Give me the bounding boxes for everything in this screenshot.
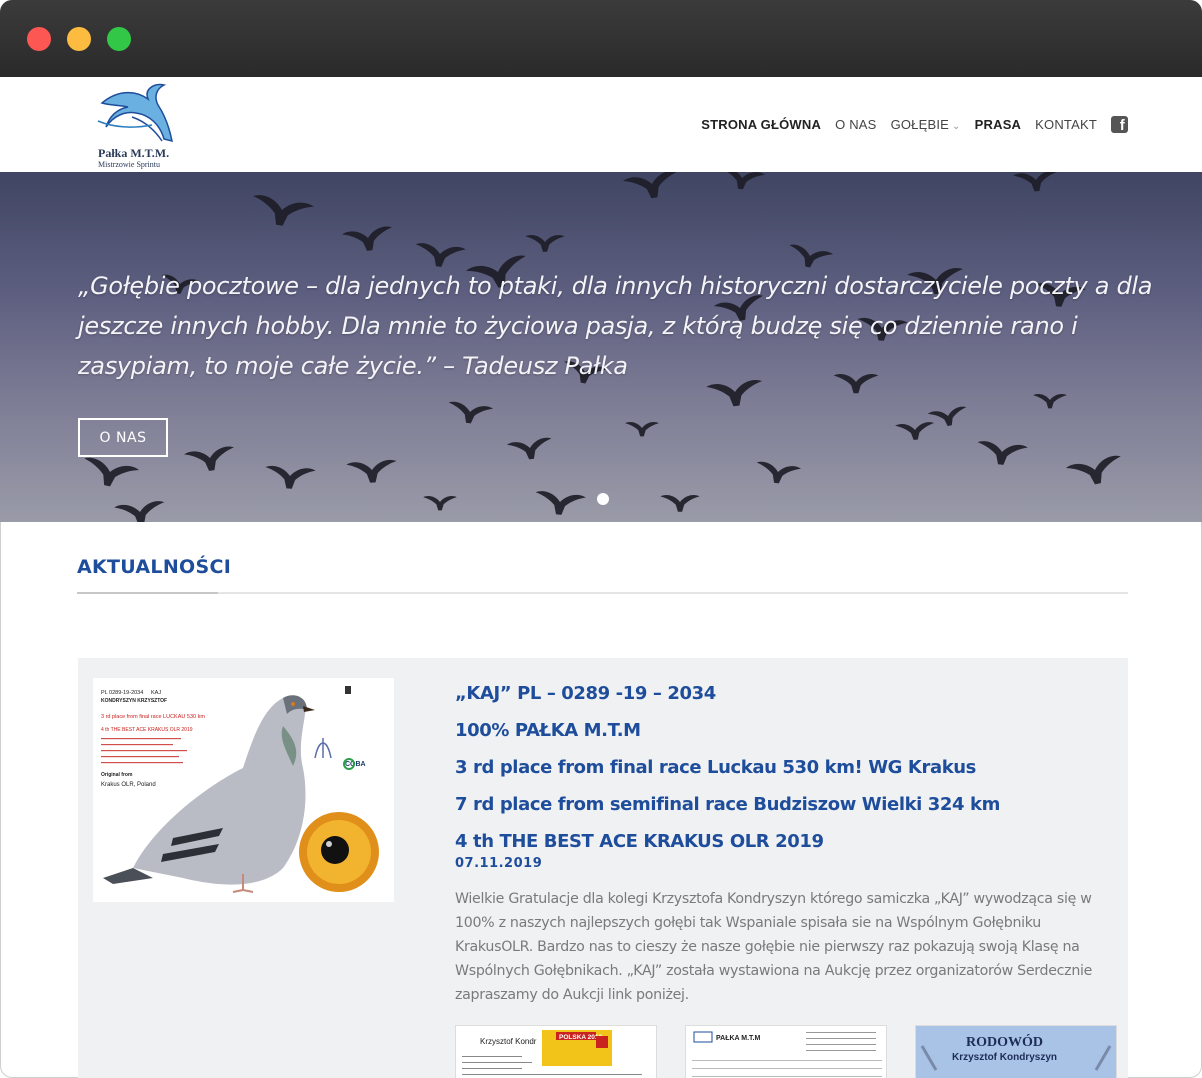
hero-slider: „Gołębie pocztowe – dla jednych to ptaki… bbox=[0, 172, 1202, 522]
post-thumbnail-2[interactable]: PAŁKA M.T.M bbox=[685, 1025, 887, 1078]
post-thumbnail-3[interactable]: RODOWÓD Krzysztof Kondryszyn bbox=[915, 1025, 1117, 1078]
svg-text:4 th THE BEST ACE KRAKUS OLR 2: 4 th THE BEST ACE KRAKUS OLR 2019 bbox=[101, 727, 193, 733]
close-window-button[interactable] bbox=[27, 27, 51, 51]
section-divider bbox=[77, 592, 1128, 594]
facebook-icon[interactable]: f bbox=[1111, 116, 1128, 134]
logo-title: Pałka M.T.M. bbox=[98, 146, 170, 160]
post-thumbnail-1[interactable]: Krzysztof Kondr POLSKA 2019 bbox=[455, 1025, 657, 1078]
zoom-window-button[interactable] bbox=[107, 27, 131, 51]
pigeon-poster-image: PL 0289-19-2034 KAJ KONDRYSZYN KRZYSZTOF… bbox=[93, 678, 394, 902]
logo-subtitle: Mistrzowie Sprintu bbox=[98, 160, 160, 169]
svg-text:Krzysztof Kondryszyn: Krzysztof Kondryszyn bbox=[952, 1052, 1057, 1063]
post-headlines: „KAJ” PL – 0289 -19 – 2034 100% PAŁKA M.… bbox=[455, 675, 1000, 860]
browser-window: Pałka M.T.M. Mistrzowie Sprintu STRONA G… bbox=[0, 0, 1202, 1078]
svg-text:Krakus OLR, Poland: Krakus OLR, Poland bbox=[101, 782, 156, 788]
nav-item-contact[interactable]: KONTAKT bbox=[1035, 117, 1097, 132]
svg-text:PAŁKA M.T.M: PAŁKA M.T.M bbox=[716, 1035, 760, 1042]
nav-item-about[interactable]: O NAS bbox=[835, 117, 876, 132]
nav-item-pigeons-label: GOŁĘBIE bbox=[890, 117, 950, 132]
post-title-line-4[interactable]: 7 rd place from semifinal race Budziszow… bbox=[455, 786, 1000, 823]
chevron-down-icon: ⌄ bbox=[952, 121, 961, 132]
site-logo[interactable]: Pałka M.T.M. Mistrzowie Sprintu bbox=[92, 81, 182, 169]
svg-text:COBA: COBA bbox=[345, 761, 366, 768]
hero-quote: „Gołębie pocztowe – dla jednych to ptaki… bbox=[78, 272, 1153, 380]
slider-dot[interactable] bbox=[597, 493, 609, 505]
svg-text:Krzysztof Kondr: Krzysztof Kondr bbox=[480, 1037, 537, 1046]
nav-item-press[interactable]: PRASA bbox=[975, 117, 1022, 132]
post-title-line-3[interactable]: 3 rd place from final race Luckau 530 km… bbox=[455, 749, 1000, 786]
hero-about-button[interactable]: O NAS bbox=[78, 418, 168, 457]
nav-item-pigeons[interactable]: GOŁĘBIE ⌄ bbox=[891, 117, 961, 132]
nav-item-home[interactable]: STRONA GŁÓWNA bbox=[701, 117, 821, 132]
pedigree-document-image: Krzysztof Kondr POLSKA 2019 bbox=[456, 1026, 656, 1078]
post-title-line-1[interactable]: „KAJ” PL – 0289 -19 – 2034 bbox=[455, 675, 1000, 712]
site-header: Pałka M.T.M. Mistrzowie Sprintu STRONA G… bbox=[0, 77, 1202, 172]
news-post: PL 0289-19-2034 KAJ KONDRYSZYN KRZYSZTOF… bbox=[78, 658, 1128, 1078]
svg-text:KONDRYSZYN KRZYSZTOF: KONDRYSZYN KRZYSZTOF bbox=[101, 698, 167, 704]
svg-text:RODOWÓD: RODOWÓD bbox=[966, 1033, 1043, 1050]
pedigree-document-image: RODOWÓD Krzysztof Kondryszyn bbox=[916, 1026, 1116, 1078]
post-body: Wielkie Gratulacje dla kolegi Krzysztofa… bbox=[455, 891, 1093, 1003]
window-titlebar bbox=[0, 0, 1202, 78]
post-title-line-2[interactable]: 100% PAŁKA M.T.M bbox=[455, 712, 1000, 749]
dove-logo-icon bbox=[97, 83, 173, 143]
main-navigation: STRONA GŁÓWNA O NAS GOŁĘBIE ⌄ PRASA KONTA… bbox=[687, 116, 1128, 134]
post-image[interactable]: PL 0289-19-2034 KAJ KONDRYSZYN KRZYSZTOF… bbox=[93, 678, 394, 902]
news-section-title: AKTUALNOŚCI bbox=[77, 556, 232, 578]
section-divider-accent bbox=[77, 592, 218, 594]
svg-text:KAJ: KAJ bbox=[151, 690, 161, 696]
minimize-window-button[interactable] bbox=[67, 27, 91, 51]
post-date: 07.11.2019 bbox=[455, 856, 543, 871]
svg-text:PL 0289-19-2034: PL 0289-19-2034 bbox=[101, 690, 143, 696]
pedigree-document-image: PAŁKA M.T.M bbox=[686, 1026, 886, 1078]
post-title-line-5[interactable]: 4 th THE BEST ACE KRAKUS OLR 2019 bbox=[455, 823, 1000, 860]
svg-text:3 rd place from final race LUC: 3 rd place from final race LUCKAU 530 km bbox=[101, 714, 205, 720]
svg-text:Original from: Original from bbox=[101, 772, 133, 778]
svg-text:POLSKA 2019: POLSKA 2019 bbox=[559, 1034, 602, 1041]
